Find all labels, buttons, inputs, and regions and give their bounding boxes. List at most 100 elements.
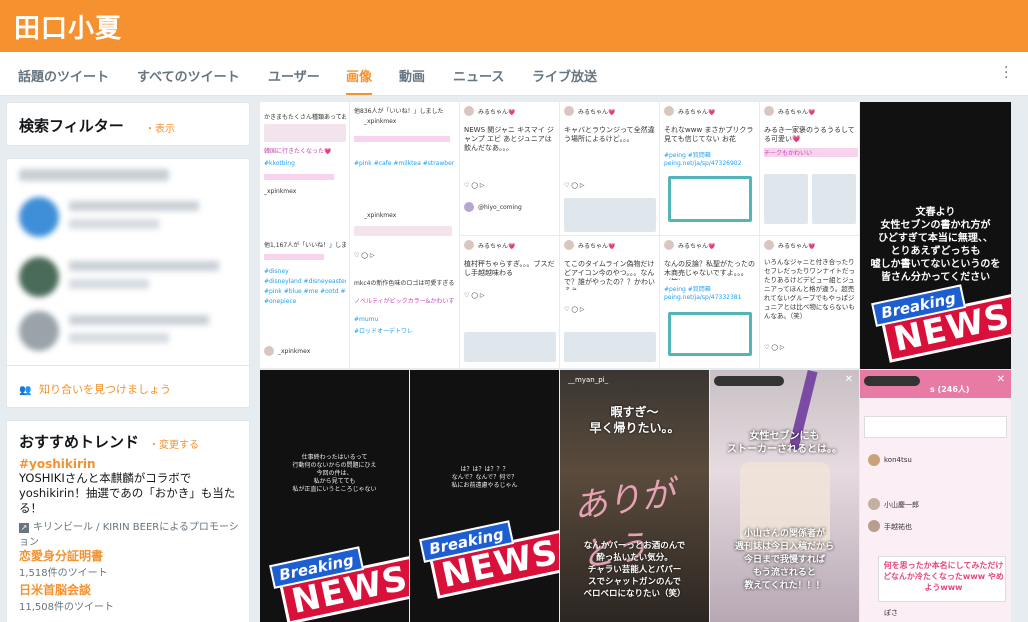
who-to-follow-panel: 👥 知り合いを見つけましょう bbox=[6, 158, 250, 408]
tweet-image bbox=[668, 176, 752, 222]
story-text: なんかバーっとお酒のんで 酔っ払いたい気分。 チャラい芸能人とパパー スでシャッ… bbox=[583, 541, 686, 599]
tweet-text: チークもかわいい bbox=[764, 148, 858, 157]
close-icon[interactable]: ✕ bbox=[997, 374, 1005, 385]
image-tile[interactable]: s (246人) ✕ kon4tsu 小山慶一郎 手越祐也 何を思ったか本名にし… bbox=[860, 370, 1011, 622]
image-tile[interactable]: みるちゃん💗 NEWS 関ジャニ キスマイ ジャンプ エビ あとジュニアは飲んだ… bbox=[460, 102, 560, 236]
tweet-user: みるちゃん💗 bbox=[778, 109, 816, 116]
tweet-user: みるちゃん💗 bbox=[578, 243, 616, 250]
promoted-icon: ↗ bbox=[19, 523, 29, 533]
avatar bbox=[264, 346, 274, 356]
search-filter-title: 検索フィルター bbox=[19, 117, 124, 135]
avatar bbox=[464, 106, 474, 116]
chat-name: 手越祐也 bbox=[884, 523, 912, 531]
blurred-heading bbox=[19, 169, 169, 181]
avatar bbox=[868, 498, 880, 510]
tweet-image bbox=[264, 124, 346, 142]
avatar bbox=[564, 240, 574, 250]
blurred-avatar bbox=[19, 197, 59, 237]
image-tile[interactable]: ✕ 女性セブンにも ストーカーされるとは。。 小山さんの関係者が 週刊誌は今日入… bbox=[710, 370, 859, 622]
tweet-text: かきまもたくさん種類あっておいし💗 bbox=[264, 114, 346, 121]
image-grid: かきまもたくさん種類あっておいし💗 韓国に行きたくなった💗 #kkotbing … bbox=[260, 102, 1011, 622]
tab-images[interactable]: 画像 bbox=[346, 66, 373, 95]
search-filter-show-link[interactable]: ・表示 bbox=[145, 120, 175, 135]
image-tile[interactable]: みるちゃん💗 なんの反論？私聖がたったの木商売じゃないですよ。。。（笑） #pe… bbox=[660, 236, 760, 369]
tab-top-tweets[interactable]: 話題のツイート bbox=[18, 66, 109, 85]
chat-name: 小山慶一郎 bbox=[884, 501, 919, 509]
trends-title: おすすめトレンド bbox=[19, 433, 140, 451]
tab-news[interactable]: ニュース bbox=[453, 66, 504, 85]
more-options-icon[interactable]: · · · bbox=[1004, 61, 1008, 85]
tweet-text: いろんなジャニと付き合ったりセフレだったりワンナイトだったりあるけどデビュー組と… bbox=[764, 258, 855, 320]
story-text: は？は？は？？？ なんで？なんで？何で？ 私にお前遠慮やるじゃん bbox=[451, 466, 518, 489]
tweet-user: みるちゃん💗 bbox=[678, 109, 716, 116]
tweet-text: なんの反論？私聖がたったの木商売じゃないですよ。。。（笑） bbox=[664, 260, 755, 280]
tab-videos[interactable]: 動画 bbox=[399, 66, 425, 85]
trend-item[interactable]: #yoshikirin YOSHIKIさんと本麒麟がコラボでyoshikirin… bbox=[19, 457, 247, 548]
app-header: 田口小夏 bbox=[0, 0, 1028, 52]
image-tile[interactable]: かきまもたくさん種類あっておいし💗 韓国に行きたくなった💗 #kkotbing … bbox=[260, 102, 350, 369]
image-tile[interactable]: __myan_pi_ 暇すぎ〜 早く帰りたい。。 ありがとう なんかバーっとお酒… bbox=[560, 370, 709, 622]
image-tile[interactable]: みるちゃん💗 植村秤ちゃらすぎ。。。ブスだし手越越味わる ♡ ◯ ▷ bbox=[460, 236, 560, 369]
tweet-image bbox=[812, 174, 856, 224]
tab-users[interactable]: ユーザー bbox=[268, 66, 320, 85]
avatar bbox=[564, 106, 574, 116]
blurred-text bbox=[69, 219, 159, 229]
trends-panel: おすすめトレンド ・変更する #yoshikirin YOSHIKIさんと本麒麟… bbox=[6, 420, 250, 622]
story-user-bar bbox=[714, 376, 784, 386]
tweet-text: それなwww まさかプリクラ見ても信じてない お花 bbox=[664, 126, 754, 143]
avatar bbox=[664, 240, 674, 250]
tweet-text: 韓国に行きたくなった💗 bbox=[264, 148, 332, 155]
trend-name[interactable]: 日米首脳会談 bbox=[19, 581, 247, 598]
trends-change-link[interactable]: ・変更する bbox=[149, 436, 199, 451]
avatar bbox=[664, 106, 674, 116]
image-tile[interactable]: みるちゃん💗 それなwww まさかプリクラ見ても信じてない お花 #peing … bbox=[660, 102, 760, 236]
image-tile[interactable]: は？は？は？？？ なんで？なんで？何で？ 私にお前遠慮やるじゃん Breakin… bbox=[410, 370, 559, 622]
story-text: 小山さんの関係者が 週刊誌は今日入稿だから 今日まで我慢すれば もう流されると … bbox=[734, 529, 834, 591]
chat-name: kon4tsu bbox=[884, 456, 912, 464]
story-text: 文春より 女性セブンの書かれ方が ひどすぎて本当に無理、、 とりあえずどっちも … bbox=[870, 207, 1001, 283]
story-user: __myan_pi_ bbox=[568, 376, 609, 384]
blurred-text bbox=[69, 333, 169, 343]
image-tile[interactable]: 文春より 女性セブンの書かれ方が ひどすぎて本当に無理、、 とりあえずどっちも … bbox=[860, 102, 1011, 369]
breaking-news-graphic: Breaking NEWS bbox=[419, 510, 559, 600]
story-text: 仕事終わったはいるって 行動何のないからの問題にひえ 今回の件は、 私から見てて… bbox=[292, 454, 377, 493]
close-icon[interactable]: ✕ bbox=[845, 374, 853, 385]
trend-tweet-count: 11,508件のツイート bbox=[19, 602, 114, 613]
trend-name[interactable]: #yoshikirin bbox=[19, 457, 247, 471]
blurred-avatar bbox=[19, 311, 59, 351]
blurred-text bbox=[69, 201, 199, 211]
blurred-avatar bbox=[19, 257, 59, 297]
trend-description: YOSHIKIさんと本麒麟がコラボでyoshikirin！抽選であの「おかき」も… bbox=[19, 471, 236, 515]
image-tile[interactable]: 仕事終わったはいるって 行動何のないからの問題にひえ 今回の件は、 私から見てて… bbox=[260, 370, 409, 622]
image-tile[interactable]: みるちゃん💗 いろんなジャニと付き合ったりセフレだったりワンナイトだったりあるけ… bbox=[760, 236, 860, 369]
tweet-user: _xpinkmex bbox=[364, 118, 397, 125]
tweet-text: キャバとラウンジって全然違う場所によるけど。。。 bbox=[564, 126, 655, 143]
blurred-text bbox=[69, 261, 219, 271]
tab-all-tweets[interactable]: すべてのツイート bbox=[137, 66, 240, 85]
story-user-bar bbox=[864, 376, 920, 386]
trend-item[interactable]: 日米首脳会談 11,508件のツイート bbox=[19, 581, 247, 613]
blurred-text bbox=[69, 279, 149, 289]
tweet-hashtag: #peing #質問箱 peing.net/ja/sp/47332381 bbox=[664, 286, 742, 301]
image-tile[interactable]: 他836人が「いいね！」しました _xpinkmex #pink #cafe #… bbox=[350, 102, 460, 369]
tweet-text: てこのタイムライン偽物だけどアイコン今のやつ。。。なんで？誰がやったの？？かわい… bbox=[564, 260, 655, 290]
tweet-likes: 他1,167人が「いいね！」しました bbox=[264, 242, 346, 249]
image-tile[interactable]: みるちゃん💗 てこのタイムライン偽物だけどアイコン今のやつ。。。なんで？誰がやっ… bbox=[560, 236, 660, 369]
story-text: 何を思ったか本名にしてみただけどなんか冷たくなったwww やめようwww bbox=[883, 561, 1004, 592]
avatar bbox=[764, 106, 774, 116]
tweet-image bbox=[354, 226, 452, 236]
tab-live[interactable]: ライブ放送 bbox=[532, 66, 597, 85]
image-tile[interactable]: みるちゃん💗 みるき一家褒のうるうるしてる可愛い💗 チークもかわいい bbox=[760, 102, 860, 236]
blurred-text bbox=[69, 315, 209, 325]
trend-name[interactable]: 恋愛身分証明書 bbox=[19, 547, 247, 564]
tweet-hashtag: #peing #質問箱 peing.net/ja/sp/47326902 bbox=[664, 152, 742, 167]
avatar bbox=[764, 240, 774, 250]
tweet-user: _xpinkmex bbox=[264, 188, 297, 195]
highlight-bar bbox=[354, 136, 450, 142]
tweet-user: みるちゃん💗 bbox=[678, 243, 716, 250]
highlight-bar bbox=[264, 174, 334, 180]
image-tile[interactable]: みるちゃん💗 キャバとラウンジって全然違う場所によるけど。。。 ♡ ◯ ▷ bbox=[560, 102, 660, 236]
find-friends-link[interactable]: 👥 知り合いを見つけましょう bbox=[19, 381, 171, 397]
trend-item[interactable]: 恋愛身分証明書 1,518件のツイート bbox=[19, 547, 247, 579]
tweet-text: みるき一家褒のうるうるしてる可愛い💗 bbox=[764, 126, 855, 143]
